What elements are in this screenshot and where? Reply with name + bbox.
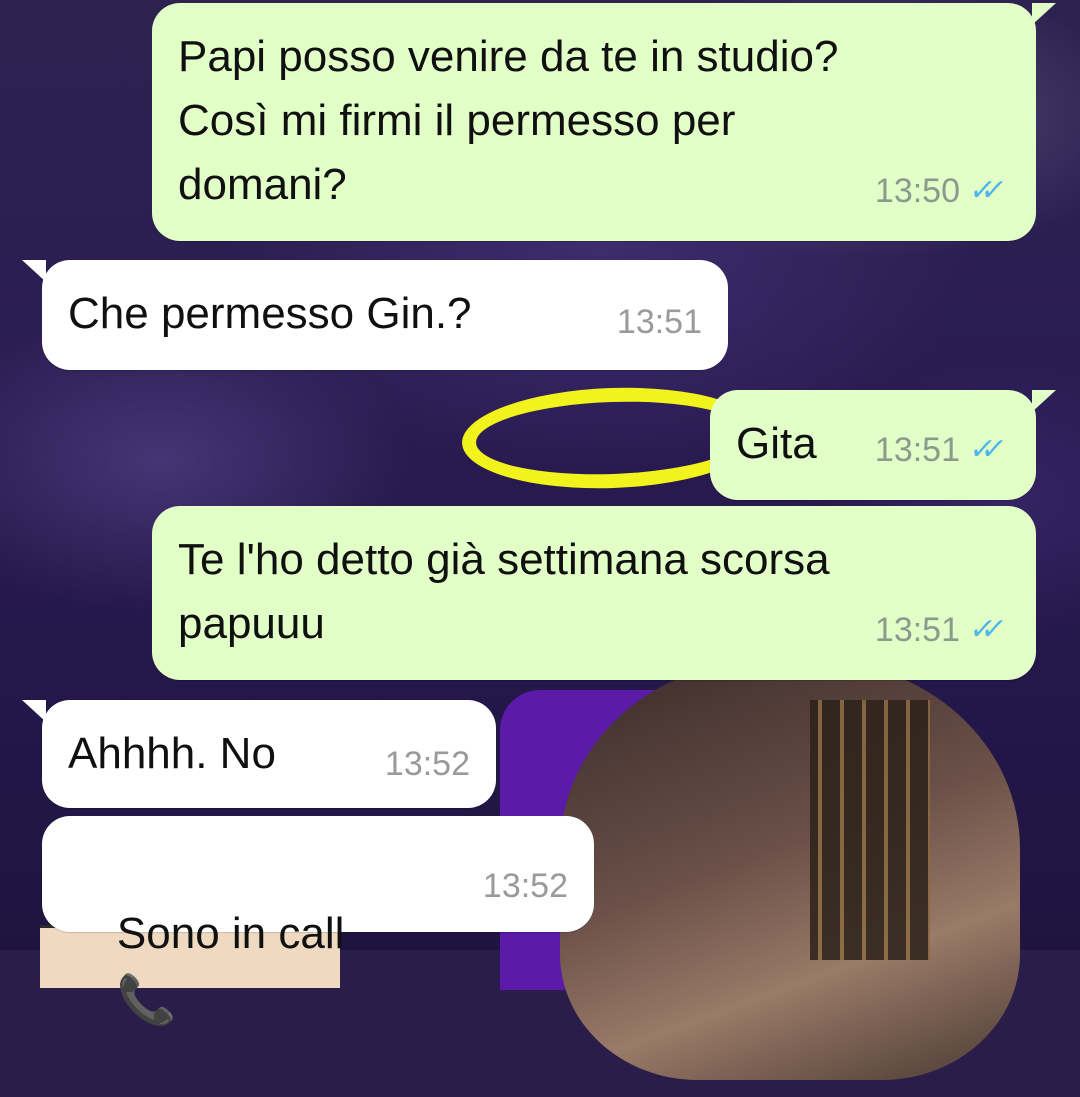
- message-meta: 13:51 ✓✓: [875, 598, 1010, 662]
- message-time: 13:50: [875, 159, 960, 223]
- message-meta: 13:52: [385, 732, 470, 796]
- message-time: 13:51: [875, 418, 960, 482]
- read-receipt-icon: ✓✓: [964, 159, 1015, 223]
- outgoing-message[interactable]: Te l'ho detto già settimana scorsa papuu…: [152, 506, 1036, 680]
- incoming-message[interactable]: Sono in call 📞 13:52: [42, 816, 594, 932]
- incoming-message[interactable]: Che permesso Gin.? 13:51: [42, 260, 728, 370]
- message-meta: 13:50 ✓✓: [875, 159, 1010, 223]
- message-meta: 13:51: [617, 290, 702, 354]
- message-time: 13:52: [385, 732, 470, 796]
- incoming-message[interactable]: Ahhhh. No 13:52: [42, 700, 496, 808]
- outgoing-message[interactable]: Gita 13:51 ✓✓: [710, 390, 1036, 500]
- message-text: Sono in call: [117, 909, 344, 958]
- message-time: 13:51: [875, 598, 960, 662]
- message-meta: 13:52: [483, 854, 568, 918]
- message-time: 13:51: [617, 290, 702, 354]
- read-receipt-icon: ✓✓: [964, 418, 1015, 482]
- message-text: Che permesso Gin.?: [68, 282, 702, 346]
- wallpaper-detail: [810, 700, 930, 960]
- read-receipt-icon: ✓✓: [964, 598, 1015, 662]
- outgoing-message[interactable]: Papi posso venire da te in studio? Così …: [152, 3, 1036, 241]
- message-time: 13:52: [483, 854, 568, 918]
- message-meta: 13:51 ✓✓: [875, 418, 1010, 482]
- telephone-icon: 📞: [117, 969, 177, 1033]
- wallpaper-figure: [560, 660, 1020, 1080]
